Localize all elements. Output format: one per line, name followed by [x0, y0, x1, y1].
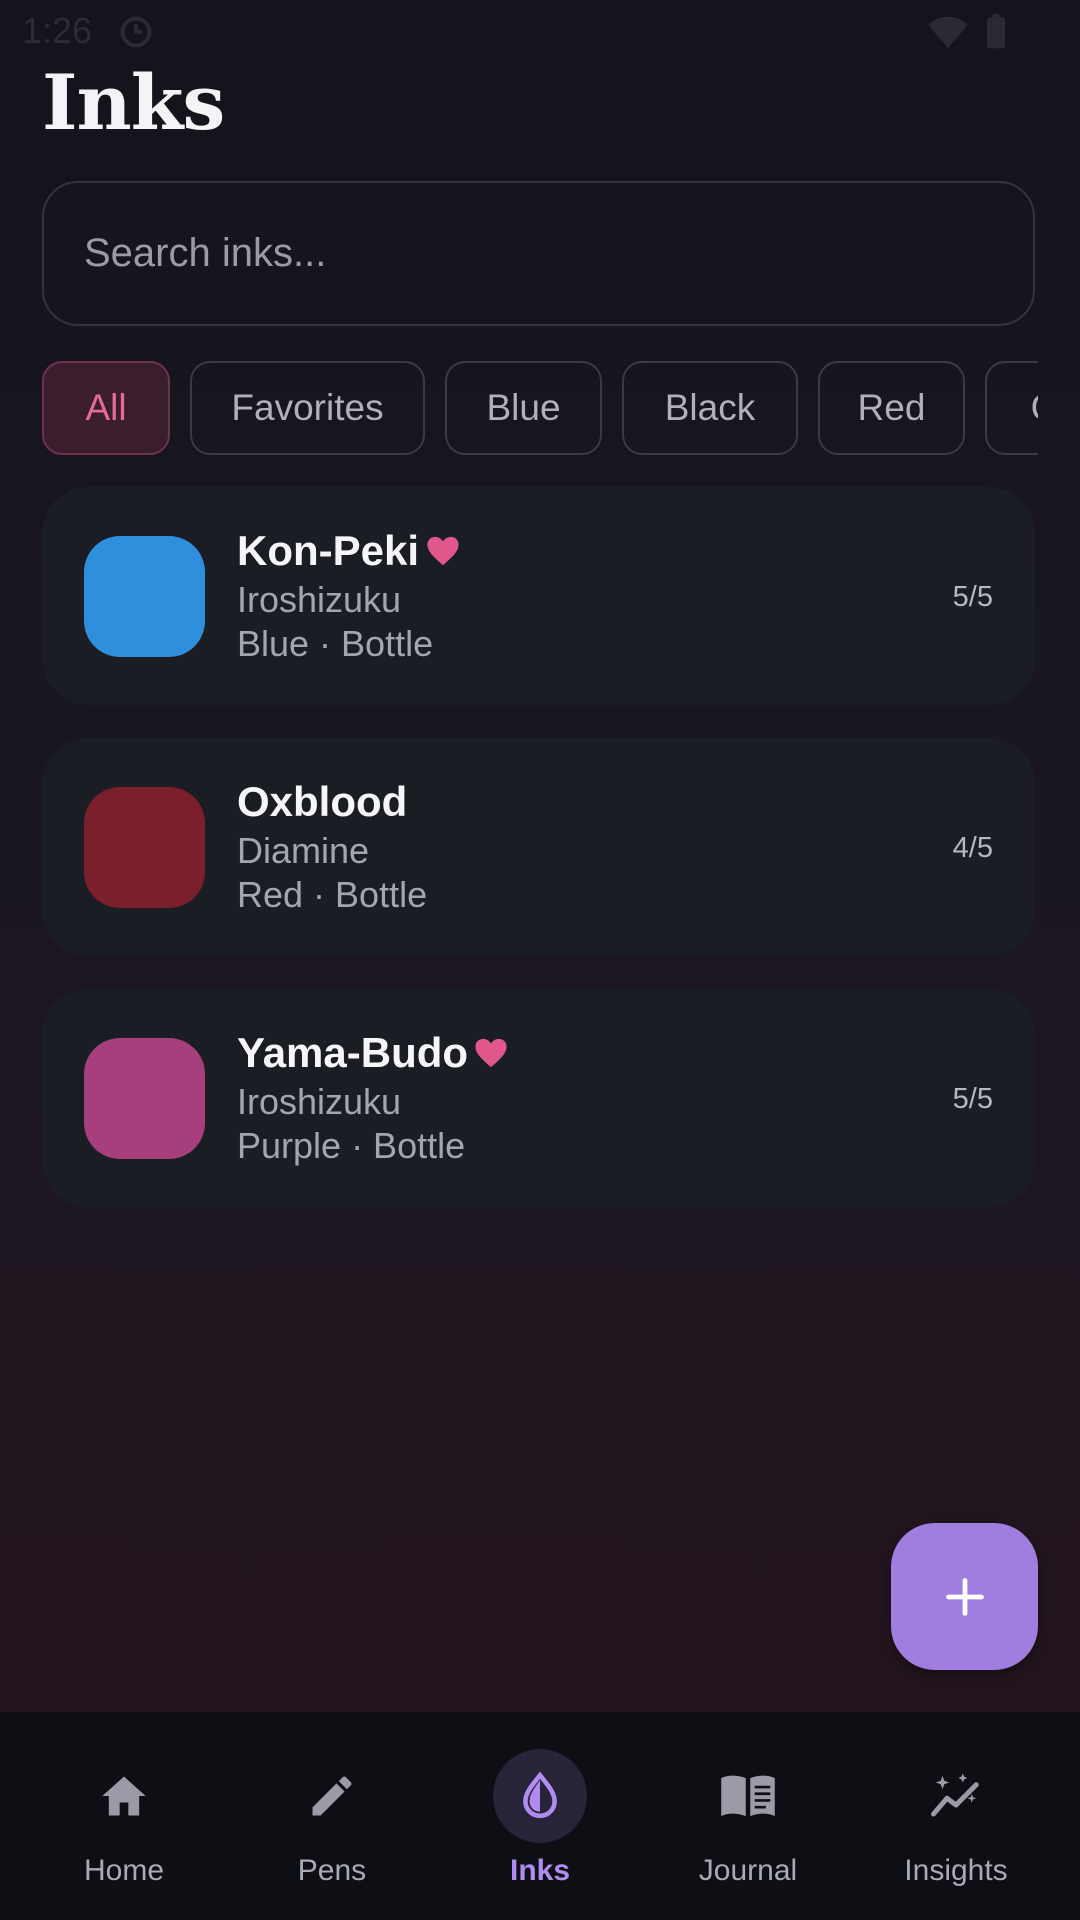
nav-item-pens[interactable]: Pens — [228, 1712, 436, 1920]
nav-label-journal: Journal — [698, 1854, 798, 1887]
ink-card[interactable]: Yama-Budo Iroshizuku Purple · Bottle 5/5 — [42, 989, 1035, 1207]
home-icon — [102, 1776, 146, 1816]
filter-chip-blue[interactable]: Blue — [445, 361, 602, 455]
ink-brand: Iroshizuku — [237, 1081, 402, 1122]
ink-drop-icon-wrap — [493, 1749, 587, 1843]
filter-chip-red[interactable]: Red — [818, 361, 965, 455]
heart-icon — [475, 1038, 507, 1068]
battery-icon — [987, 14, 1005, 49]
journal-icon-wrap — [701, 1749, 795, 1843]
bottom-nav: Home Pens Inks Journal Insights — [0, 1712, 1080, 1920]
filter-chips: AllFavoritesBlueBlackRedG — [42, 361, 1038, 457]
nav-label-insights: Insights — [904, 1854, 1008, 1887]
ink-brand: Diamine — [237, 830, 370, 871]
ink-meta: Blue · Bottle — [237, 623, 434, 664]
ink-rating: 4/5 — [952, 832, 993, 864]
insights-icon — [931, 1773, 979, 1817]
ink-swatch — [84, 787, 205, 908]
ink-name: Kon-Peki — [237, 527, 420, 574]
add-ink-button[interactable] — [891, 1523, 1038, 1670]
ink-name: Oxblood — [237, 778, 408, 825]
filter-chip-more[interactable]: G — [985, 361, 1038, 455]
ink-swatch — [84, 536, 205, 657]
ink-meta: Purple · Bottle — [237, 1125, 466, 1166]
sync-icon — [120, 16, 152, 48]
pencil-icon-wrap — [285, 1749, 379, 1843]
status-time: 1:26 — [22, 10, 93, 51]
ink-name: Yama-Budo — [237, 1029, 469, 1076]
ink-rating: 5/5 — [952, 1083, 993, 1115]
ink-rating: 5/5 — [952, 581, 993, 613]
nav-item-journal[interactable]: Journal — [644, 1712, 852, 1920]
ink-swatch — [84, 1038, 205, 1159]
ink-card[interactable]: Oxblood Diamine Red · Bottle 4/5 — [42, 738, 1035, 956]
wifi-icon — [928, 16, 968, 49]
plus-icon — [945, 1577, 984, 1616]
status-bar: 1:26 — [0, 0, 1080, 64]
nav-item-home[interactable]: Home — [20, 1712, 228, 1920]
nav-label-pens: Pens — [297, 1854, 367, 1887]
filter-chip-all[interactable]: All — [42, 361, 170, 455]
ink-brand: Iroshizuku — [237, 579, 402, 620]
filter-chip-black[interactable]: Black — [622, 361, 798, 455]
home-icon-wrap — [77, 1749, 171, 1843]
heart-icon — [427, 536, 459, 566]
nav-label-inks: Inks — [509, 1854, 571, 1887]
insights-icon-wrap — [909, 1749, 1003, 1843]
filter-chip-favorites[interactable]: Favorites — [190, 361, 425, 455]
page-title: Inks — [42, 58, 225, 147]
pencil-icon — [312, 1776, 352, 1816]
journal-icon — [721, 1775, 775, 1817]
ink-meta: Red · Bottle — [237, 874, 428, 915]
nav-item-inks[interactable]: Inks — [436, 1712, 644, 1920]
ink-drop-icon — [523, 1771, 557, 1819]
ink-card[interactable]: Kon-Peki Iroshizuku Blue · Bottle 5/5 — [42, 487, 1035, 705]
nav-label-home: Home — [83, 1854, 165, 1887]
search-input[interactable] — [42, 181, 1035, 326]
nav-item-insights[interactable]: Insights — [852, 1712, 1060, 1920]
